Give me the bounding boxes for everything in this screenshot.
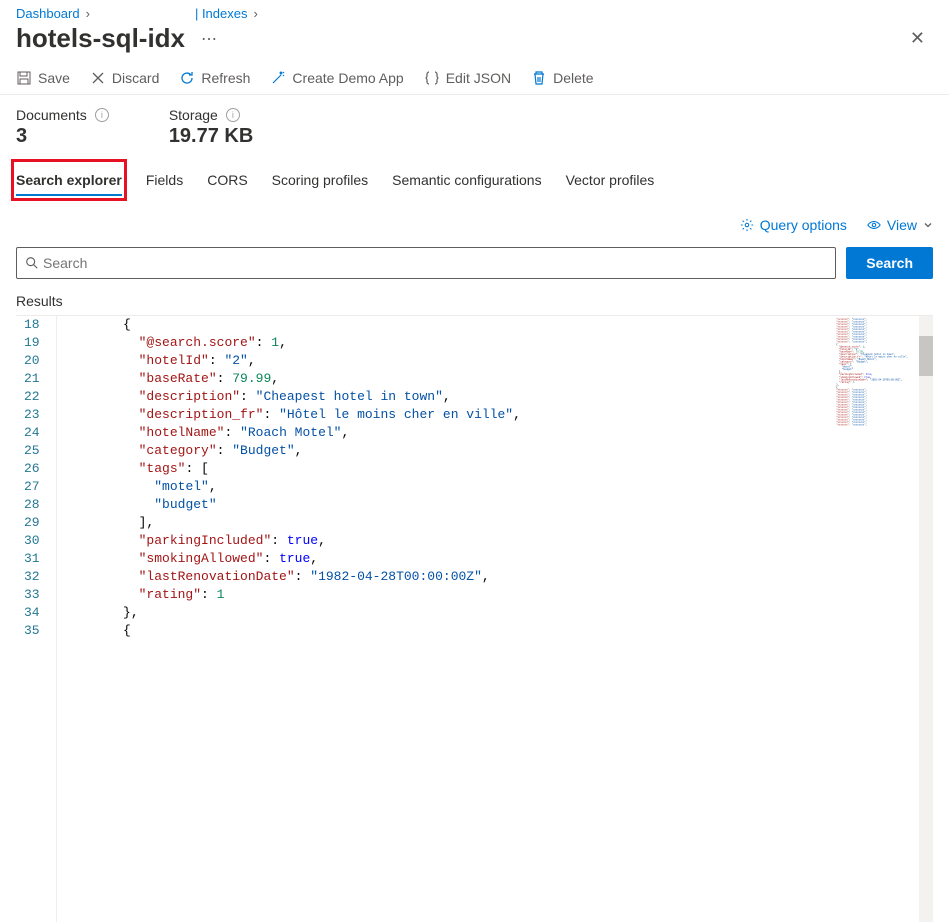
breadcrumb-indexes[interactable]: | Indexes (195, 6, 248, 21)
more-menu-button[interactable]: ⋯ (197, 29, 221, 49)
create-demo-button[interactable]: Create Demo App (270, 70, 403, 86)
minimap[interactable]: "xxxxxxx": "xxxxxxxx", "xxxxxxx": "xxxxx… (823, 316, 933, 922)
tab-cors[interactable]: CORS (207, 164, 247, 196)
tab-bar: Search explorer Fields CORS Scoring prof… (0, 164, 949, 197)
documents-value: 3 (16, 125, 109, 148)
breadcrumb-dashboard[interactable]: Dashboard (16, 6, 80, 21)
tab-scoring-profiles[interactable]: Scoring profiles (272, 164, 369, 196)
tab-semantic-config[interactable]: Semantic configurations (392, 164, 541, 196)
chevron-right-icon: › (253, 6, 257, 21)
close-button[interactable]: ✕ (902, 24, 933, 53)
info-icon[interactable]: i (226, 108, 240, 122)
search-box[interactable] (16, 247, 836, 279)
search-input[interactable] (39, 249, 827, 277)
discard-button[interactable]: Discard (90, 70, 159, 86)
save-icon (16, 70, 32, 86)
code-editor[interactable]: 181920212223242526272829303132333435 { "… (16, 315, 933, 922)
tab-vector-profiles[interactable]: Vector profiles (566, 164, 655, 196)
documents-stat: Documents i 3 (16, 107, 109, 148)
line-gutter: 181920212223242526272829303132333435 (16, 316, 57, 922)
toolbar: Save Discard Refresh Create Demo App Edi… (0, 62, 949, 95)
refresh-icon (179, 70, 195, 86)
storage-stat: Storage i 19.77 KB (169, 107, 254, 148)
braces-icon (424, 70, 440, 86)
storage-value: 19.77 KB (169, 125, 254, 148)
delete-button[interactable]: Delete (531, 70, 593, 86)
tab-search-explorer[interactable]: Search explorer (16, 164, 122, 196)
minimap-scrollbar[interactable] (919, 316, 933, 922)
chevron-right-icon: › (86, 6, 90, 21)
minimap-thumb[interactable] (919, 336, 933, 376)
save-button[interactable]: Save (16, 70, 70, 86)
search-row: Search (0, 241, 949, 289)
search-icon (25, 256, 39, 270)
info-icon[interactable]: i (95, 108, 109, 122)
discard-icon (90, 70, 106, 86)
wand-icon (270, 70, 286, 86)
title-row: hotels-sql-idx ⋯ ✕ (0, 23, 949, 62)
search-button[interactable]: Search (846, 247, 933, 279)
stats-row: Documents i 3 Storage i 19.77 KB (0, 95, 949, 164)
breadcrumb: Dashboard › | Indexes › (0, 0, 949, 23)
view-button[interactable]: View (867, 217, 933, 233)
trash-icon (531, 70, 547, 86)
eye-icon (867, 218, 881, 232)
query-options-button[interactable]: Query options (740, 217, 847, 233)
tab-fields[interactable]: Fields (146, 164, 183, 196)
page-title: hotels-sql-idx (16, 23, 185, 54)
chevron-down-icon (923, 220, 933, 230)
code-content: { "@search.score": 1, "hotelId": "2", "b… (57, 316, 823, 922)
gear-icon (740, 218, 754, 232)
edit-json-button[interactable]: Edit JSON (424, 70, 511, 86)
options-row: Query options View (0, 197, 949, 241)
refresh-button[interactable]: Refresh (179, 70, 250, 86)
results-label: Results (0, 289, 949, 313)
